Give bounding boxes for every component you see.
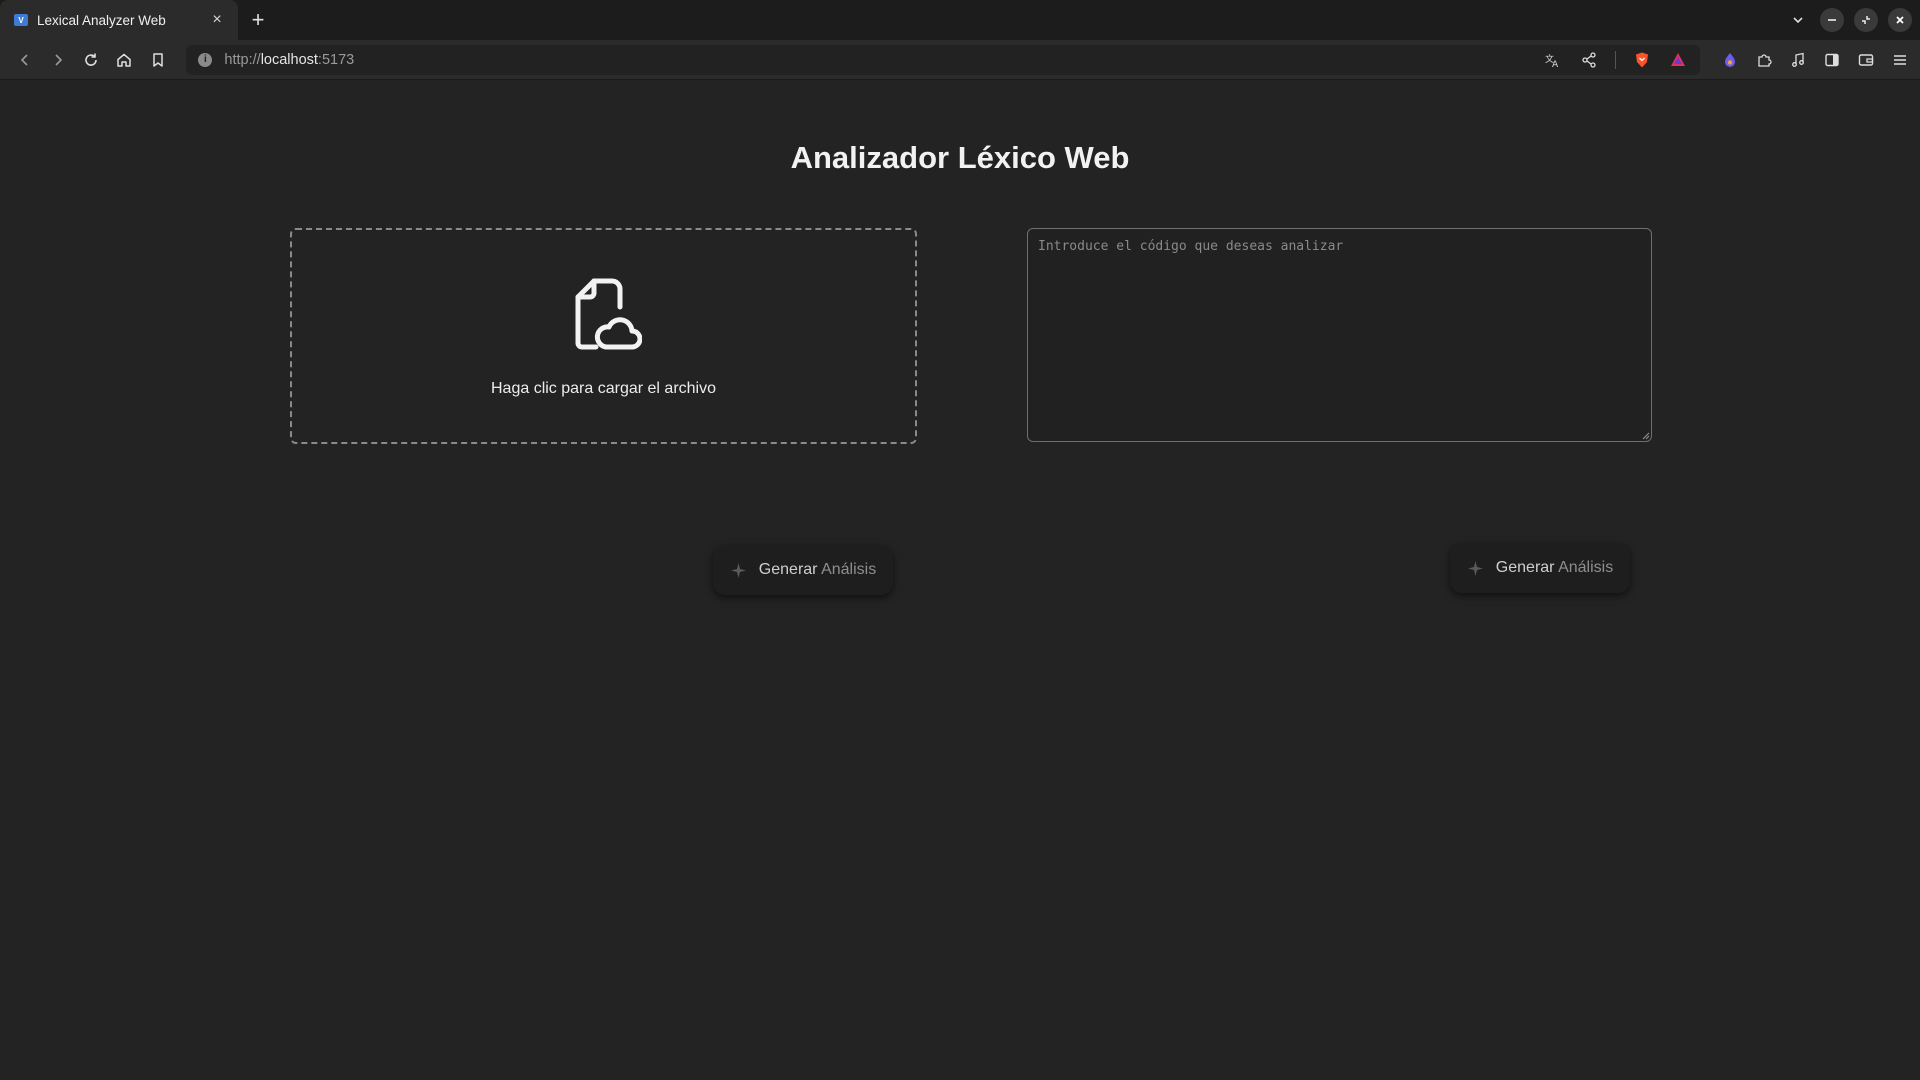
resize-grip-icon[interactable]	[1641, 431, 1650, 440]
back-button[interactable]	[10, 45, 39, 75]
button-label-part1: Generar	[1495, 559, 1559, 576]
url-scheme: http://	[224, 51, 261, 68]
address-bar[interactable]: i http://localhost:5173 文A	[186, 44, 1700, 75]
upload-label: Haga clic para cargar el archivo	[491, 379, 716, 397]
wallet-icon[interactable]	[1856, 50, 1876, 70]
tab-strip: V Lexical Analyzer Web × +	[0, 0, 1920, 40]
vite-favicon-icon: V	[14, 14, 28, 26]
minimize-button[interactable]	[1820, 8, 1844, 32]
button-label-part2: Análisis	[1558, 559, 1614, 576]
browser-toolbar: i http://localhost:5173 文A	[0, 40, 1920, 80]
generate-analysis-code-button[interactable]: Generar Análisis	[1450, 543, 1630, 593]
extension-drop-icon[interactable]	[1720, 50, 1740, 70]
svg-text:A: A	[1552, 60, 1559, 69]
browser-tab[interactable]: V Lexical Analyzer Web ×	[0, 0, 238, 40]
toolbar-separator	[1614, 50, 1616, 69]
tab-title: Lexical Analyzer Web	[37, 12, 166, 28]
close-window-button[interactable]	[1888, 8, 1912, 32]
back-arrow-icon	[20, 53, 28, 66]
sidebar-toggle-icon[interactable]	[1822, 50, 1842, 70]
share-icon[interactable]	[1579, 50, 1599, 70]
tab-search-chevron-icon[interactable]	[1786, 8, 1810, 32]
home-button[interactable]	[110, 45, 139, 75]
page-content: Analizador Léxico Web Haga clic para car…	[0, 80, 1920, 1080]
brave-shields-icon[interactable]	[1632, 50, 1652, 70]
forward-button[interactable]	[43, 45, 72, 75]
site-info-icon[interactable]: i	[198, 52, 213, 67]
media-music-icon[interactable]	[1788, 50, 1808, 70]
menu-hamburger-icon[interactable]	[1890, 50, 1910, 70]
new-tab-button[interactable]: +	[244, 6, 272, 34]
home-icon	[117, 53, 132, 67]
translate-icon[interactable]: 文A	[1543, 50, 1563, 70]
window-controls	[1786, 0, 1912, 40]
reload-button[interactable]	[77, 45, 106, 75]
sparkle-icon	[730, 562, 746, 578]
bookmark-button[interactable]	[143, 45, 172, 75]
extensions-puzzle-icon[interactable]	[1754, 50, 1774, 70]
bookmark-icon	[153, 52, 163, 67]
url-host: localhost	[260, 51, 318, 68]
page-title: Analizador Léxico Web	[790, 140, 1130, 175]
generate-analysis-file-button[interactable]: Generar Análisis	[713, 545, 893, 595]
button-label-part1: Generar	[758, 561, 822, 578]
url-text[interactable]: http://localhost:5173	[224, 52, 354, 68]
forward-arrow-icon	[55, 53, 63, 66]
restore-button[interactable]	[1854, 8, 1878, 32]
close-tab-icon[interactable]: ×	[208, 11, 226, 29]
file-upload-dropzone[interactable]: Haga clic para cargar el archivo	[290, 228, 917, 444]
sparkle-icon	[1467, 560, 1483, 576]
reload-icon	[85, 53, 98, 66]
url-port: :5173	[317, 51, 355, 68]
brave-rewards-icon[interactable]	[1668, 50, 1688, 70]
button-label-part2: Análisis	[821, 561, 877, 578]
file-cloud-upload-icon	[566, 275, 642, 358]
code-input[interactable]	[1027, 228, 1652, 442]
